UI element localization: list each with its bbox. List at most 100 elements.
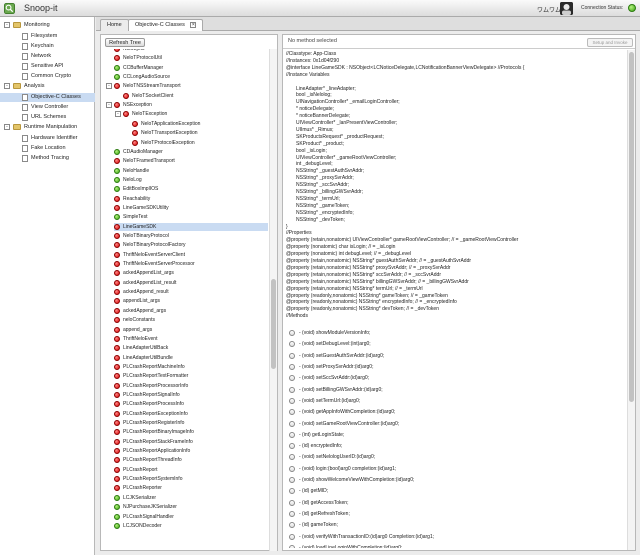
avatar[interactable] — [560, 2, 573, 15]
refresh-tree-button[interactable]: Refresh Tree — [105, 38, 145, 47]
sidebar-item-hardware-identifier[interactable]: Hardware Identifier — [0, 134, 95, 143]
class-tree-item[interactable]: PLCrashReport — [114, 466, 268, 474]
class-tree-item[interactable]: LCJKSerializer — [114, 494, 268, 502]
method-radio-button[interactable] — [289, 465, 295, 472]
detail-scrollbar[interactable] — [627, 50, 635, 550]
class-tree-item[interactable]: EditBoxImplIOS — [114, 185, 268, 193]
sidebar-item-objective-c-classes[interactable]: Objective-C Classes — [0, 93, 95, 102]
detail-scrollbar-thumb[interactable] — [629, 52, 634, 402]
method-radio-button[interactable] — [289, 330, 295, 337]
class-tree-item[interactable]: LineGameSDKUtility — [114, 204, 268, 212]
class-tree-item[interactable]: ackedAppendList_result — [114, 279, 268, 287]
class-tree-item[interactable]: ackedAppend_result — [114, 288, 268, 296]
sidebar-item-keychain[interactable]: Keychain — [0, 42, 95, 51]
tab-close-icon[interactable]: × — [190, 21, 197, 28]
class-tree-item[interactable]: ackedAppendList_args — [114, 269, 268, 277]
class-tree-item[interactable]: NJPurchaseJKSerializer — [114, 503, 268, 511]
class-tree-item[interactable]: NeloLog — [114, 176, 268, 184]
method-radio-button[interactable] — [289, 499, 295, 506]
class-tree-item[interactable]: append_args — [114, 326, 268, 334]
sidebar-item-filesystem[interactable]: Filesystem — [0, 32, 95, 41]
collapse-toggle-icon[interactable]: - — [4, 22, 10, 28]
class-tree-item[interactable]: CCLongAudioSource — [114, 73, 268, 81]
class-tree-item[interactable]: LCJSONDecoder — [114, 522, 268, 530]
class-tree-item[interactable]: ThriftNeloEvent — [114, 335, 268, 343]
class-tree-item[interactable]: NeloTBinaryProtocolFactory — [114, 241, 268, 249]
class-tree-item[interactable]: NeloTFramedTransport — [114, 157, 268, 165]
class-tree-item[interactable]: PLCrashReportExceptionInfo — [114, 410, 268, 418]
sidebar-item-sensitive-api[interactable]: Sensitive API — [0, 62, 95, 71]
collapse-toggle-icon[interactable]: - — [106, 102, 112, 109]
class-tree-item[interactable]: PLCrashReportSystemInfo — [114, 475, 268, 483]
class-tree-item[interactable]: Reachability — [114, 195, 268, 203]
sidebar-group-analysis[interactable]: - Analysis — [0, 82, 95, 91]
class-tree-item[interactable]: NeloTBinaryProtocol — [114, 232, 268, 240]
class-tree-item[interactable]: NeloTProtocolException — [132, 139, 268, 147]
class-tree-item[interactable]: NeloTTransportException — [132, 129, 268, 137]
method-radio-button[interactable] — [289, 522, 295, 529]
collapse-toggle-icon[interactable]: - — [115, 111, 121, 118]
class-tree-item[interactable]: PLCrashReportProcessInfo — [114, 400, 268, 408]
sidebar-item-view-controller[interactable]: View Controller — [0, 103, 95, 112]
collapse-toggle-icon[interactable]: - — [4, 124, 10, 130]
sidebar-item-fake-location[interactable]: Fake Location — [0, 144, 95, 153]
class-tree-item[interactable]: PLCrashReportProcessorInfo — [114, 382, 268, 390]
method-radio-button[interactable] — [289, 510, 295, 517]
class-tree-item[interactable]: - NeloTException — [115, 110, 268, 118]
class-tree-item[interactable]: PLCrashReportSignalInfo — [114, 391, 268, 399]
class-tree-item[interactable]: PLCrashReportThreadInfo — [114, 456, 268, 464]
class-tree-item[interactable]: PLCrashReportApplicationInfo — [114, 447, 268, 455]
class-tree-item[interactable]: NeloTApplicationException — [132, 120, 268, 128]
method-radio-button[interactable] — [289, 443, 295, 450]
sidebar-item-network[interactable]: Network — [0, 52, 95, 61]
collapse-toggle-icon[interactable]: - — [4, 83, 10, 89]
method-radio-button[interactable] — [289, 352, 295, 359]
class-tree-item[interactable]: PLCrashSignalHandler — [114, 513, 268, 521]
sidebar-group-monitoring[interactable]: - Monitoring — [0, 21, 95, 30]
class-tree-item[interactable]: LineAdapterUtilBack — [114, 344, 268, 352]
class-tree-item[interactable]: - NeloTNSStreamTransport — [106, 82, 268, 90]
method-radio-button[interactable] — [289, 341, 295, 348]
class-tree-item[interactable]: NSObject — [114, 49, 268, 53]
sidebar-item-method-tracing[interactable]: Method Tracing — [0, 154, 95, 163]
class-list-scrollbar[interactable] — [269, 49, 277, 551]
class-list-scrollbar-thumb[interactable] — [271, 279, 276, 369]
tab-objective-c-classes[interactable]: Objective-C Classes × — [128, 19, 204, 31]
method-radio-button[interactable] — [289, 533, 295, 540]
method-radio-button[interactable] — [289, 397, 295, 404]
setup-and-invoke-button[interactable]: Setup and Invoke — [587, 38, 633, 47]
class-tree-item[interactable]: CDAudioManager — [114, 148, 268, 156]
sidebar-item-common-crypto[interactable]: Common Crypto — [0, 72, 95, 81]
method-radio-button[interactable] — [289, 375, 295, 382]
collapse-toggle-icon[interactable]: - — [106, 83, 112, 90]
class-tree-item[interactable]: PLCrashReportMachineInfo — [114, 363, 268, 371]
class-tree-item[interactable]: NeloTProtocolUtil — [114, 54, 268, 62]
method-radio-button[interactable] — [289, 477, 295, 483]
class-tree-item[interactable]: PLCrashReportTextFormatter — [114, 372, 268, 380]
class-tree-item[interactable]: ackedAppend_args — [114, 307, 268, 315]
class-tree-item[interactable]: PLCrashReportRegisterInfo — [114, 419, 268, 427]
method-radio-button[interactable] — [289, 454, 295, 461]
class-tree-item[interactable]: LineGameSDK — [114, 222, 268, 231]
tab-home[interactable]: Home — [100, 19, 129, 31]
class-tree-item[interactable]: PLCrashReportStackFrameInfo — [114, 438, 268, 446]
class-tree-item[interactable]: ThriftNeloEventServerProcessor — [114, 260, 268, 268]
method-radio-button[interactable] — [289, 420, 295, 427]
sidebar-item-url-schemes[interactable]: URL Schemes — [0, 113, 95, 122]
class-tree-item[interactable]: PLCrashReportBinaryImageInfo — [114, 428, 268, 436]
class-tree-item[interactable]: LineAdapterUtilBundle — [114, 354, 268, 362]
class-tree-item[interactable]: neloConstants — [114, 316, 268, 324]
class-tree-item[interactable]: SimpleTest — [114, 213, 268, 221]
class-tree-item[interactable]: PLCrashReporter — [114, 484, 268, 492]
method-radio-button[interactable] — [289, 431, 295, 438]
method-radio-button[interactable] — [289, 488, 295, 495]
class-tree-item[interactable]: CCBufferManager — [114, 64, 268, 72]
method-radio-button[interactable] — [289, 409, 295, 416]
method-radio-button[interactable] — [289, 364, 295, 370]
class-tree-item[interactable]: - NSException — [106, 101, 268, 109]
class-tree-item[interactable]: NeloHandle — [114, 167, 268, 175]
sidebar-group-runtime-manipulation[interactable]: - Runtime Manipulation — [0, 123, 95, 132]
class-tree-item[interactable]: NeloTSocketClient — [123, 92, 268, 100]
class-tree-item[interactable]: ThriftNeloEventServerClient — [114, 251, 268, 259]
class-tree-item[interactable]: appendList_args — [114, 297, 268, 305]
